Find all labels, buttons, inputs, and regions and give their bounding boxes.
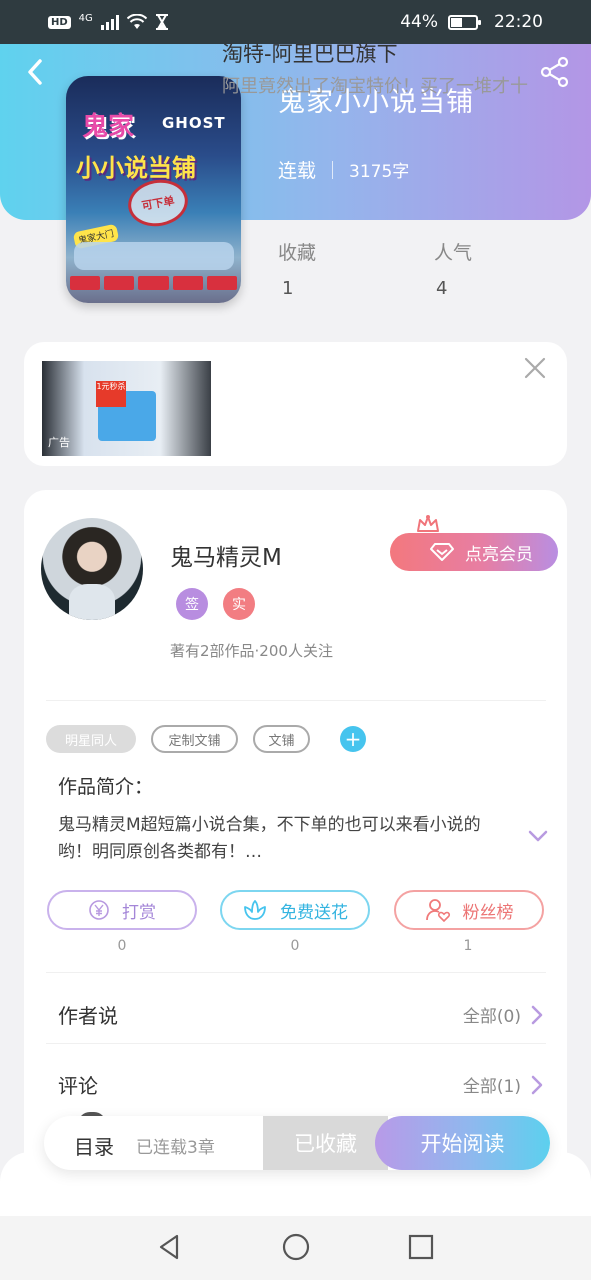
stat-collect-value: 1 [282,278,294,299]
tag-shop[interactable]: 文铺 [253,725,310,753]
hd-badge: HD [48,15,71,29]
fan-ranking-button[interactable]: 粉丝榜 [394,890,544,930]
toc-button[interactable]: 目录 [74,1131,114,1160]
chevron-left-icon [28,59,42,85]
ad-label: 广告 [48,436,70,449]
stat-popularity-label: 人气 [434,242,473,264]
network-type: 4G [78,12,93,24]
ad-description: 阿里竟然出了淘宝特价！买了一堆才十 [222,76,528,97]
author-says-count: 全部(0) [462,1007,521,1027]
author-name[interactable]: 鬼马精灵M [170,538,282,572]
crown-icon [417,515,439,532]
tip-label: 打赏 [122,902,156,923]
clock: 22:20 [494,12,543,32]
meta-divider [332,160,334,179]
wifi-icon [126,14,147,29]
tag-celebrity-fanfic[interactable]: 明星同人 [46,725,136,753]
intro-label: 作品简介： [58,776,154,798]
divider [46,1043,546,1044]
hourglass-icon [155,14,168,30]
back-nav-icon[interactable] [155,1232,185,1262]
fan-ranking-label: 粉丝榜 [462,902,514,923]
book-meta: 连载 3175字 [278,156,409,183]
back-button[interactable] [20,54,50,90]
battery-percent: 44% [400,12,438,32]
signal-icon [100,14,119,30]
stat-popularity-value: 4 [436,278,448,299]
vip-button[interactable]: 点亮会员 [390,533,558,571]
chapter-status: 已连载3章 [136,1138,215,1158]
fan-heart-icon [425,899,450,922]
ad-image[interactable]: 1元秒杀 广告 [42,361,211,456]
tip-button[interactable]: 打赏 [47,890,197,930]
divider [46,972,546,973]
author-says-link[interactable]: 全部(0) [463,1002,543,1027]
cover-bottom-banner [70,276,238,290]
author-info: 著有2部作品·200人关注 [170,642,333,660]
cover-title-line2: 小小说当铺 [76,153,196,182]
collected-button[interactable]: 已收藏 [263,1116,388,1170]
ad-card[interactable]: 1元秒杀 广告 [24,342,567,466]
send-flower-label: 免费送花 [280,902,348,923]
cover-stamp: 可下单 [124,175,192,231]
plus-icon: + [344,727,362,751]
ad-title[interactable]: 淘特-阿里巴巴旗下 [222,38,398,68]
flower-count: 0 [290,938,300,954]
chevron-right-icon [531,1005,543,1024]
home-nav-icon[interactable] [281,1232,311,1262]
expand-intro-button[interactable] [526,824,550,848]
send-flower-button[interactable]: 免费送花 [220,890,370,930]
intro-text: 鬼马精灵M超短篇小说合集，不下单的也可以来看小说的哟！明同原创各类都有！… [58,815,481,862]
cover-title-en: GHOST [162,114,226,132]
battery-icon [448,14,481,30]
cover-title-line1: 鬼家 [82,112,135,142]
cover-sofa [74,242,234,270]
book-status: 连载 [278,160,317,182]
stat-collect-label: 收藏 [278,242,317,264]
diamond-icon [430,543,454,561]
yen-icon [89,900,109,920]
badge-verified: 实 [223,588,255,620]
reader-action-bar: 目录 已连载3章 已收藏 开始阅读 [44,1116,550,1170]
comments-link[interactable]: 全部(1) [463,1072,543,1097]
share-icon [540,56,569,88]
ad-price-tag: 1元秒杀 [96,381,126,407]
badge-signed: 签 [176,588,208,620]
chevron-right-icon [531,1075,543,1094]
divider [46,700,546,701]
tip-count: 0 [117,938,127,954]
add-tag-button[interactable]: + [340,726,366,752]
vip-button-label: 点亮会员 [465,544,533,565]
tag-custom-shop[interactable]: 定制文铺 [151,725,238,753]
recent-nav-icon[interactable] [406,1232,436,1262]
share-button[interactable] [539,56,571,88]
book-word-count: 3175字 [349,162,410,182]
fan-count: 1 [463,938,473,954]
chevron-down-icon [528,830,548,842]
comments-label: 评论 [58,1074,98,1098]
author-avatar[interactable] [41,518,143,620]
book-cover[interactable]: 鬼家 GHOST 小小说当铺 可下单 鬼家大门 [66,76,241,303]
comments-count: 全部(1) [462,1077,521,1097]
flower-icon [244,900,266,920]
start-reading-button[interactable]: 开始阅读 [375,1116,550,1170]
author-says-label: 作者说 [58,1004,118,1028]
close-icon [524,357,546,379]
ad-close-button[interactable] [521,354,549,382]
